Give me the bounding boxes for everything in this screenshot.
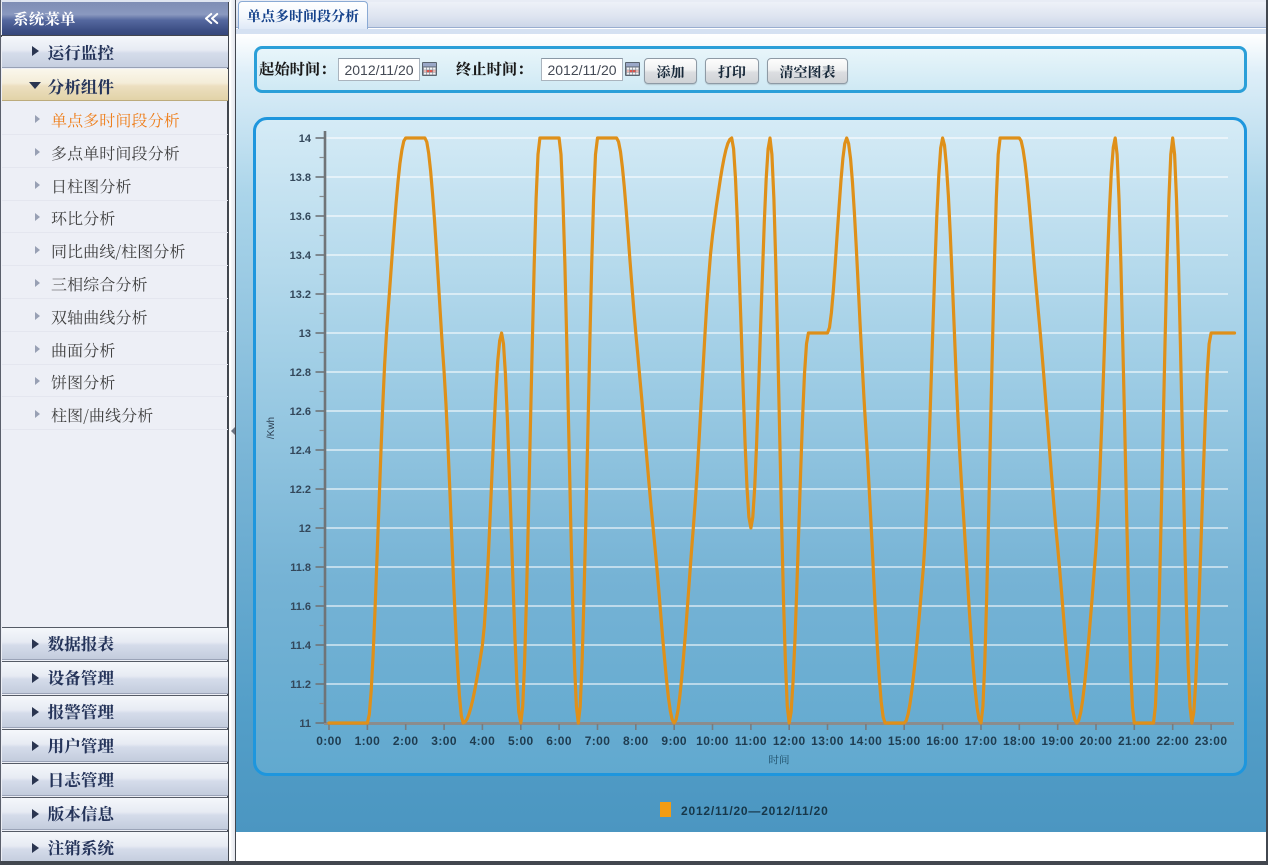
svg-text:3:00: 3:00: [431, 734, 457, 748]
svg-text:13.6: 13.6: [290, 211, 311, 223]
svg-text:7:00: 7:00: [585, 734, 611, 748]
svg-text:15:00: 15:00: [888, 734, 921, 748]
svg-text:12.2: 12.2: [290, 484, 311, 496]
svg-text:13:00: 13:00: [811, 734, 844, 748]
svg-text:2:00: 2:00: [393, 734, 419, 748]
svg-text:14:00: 14:00: [850, 734, 883, 748]
svg-text:12.8: 12.8: [290, 367, 311, 379]
svg-text:12.6: 12.6: [290, 406, 311, 418]
svg-text:13: 13: [299, 328, 311, 340]
svg-text:9:00: 9:00: [661, 734, 687, 748]
svg-text:12: 12: [299, 523, 311, 535]
svg-text:12.4: 12.4: [290, 445, 312, 457]
svg-text:21:00: 21:00: [1118, 734, 1151, 748]
svg-text:6:00: 6:00: [546, 734, 572, 748]
svg-text:5:00: 5:00: [508, 734, 534, 748]
svg-text:18:00: 18:00: [1003, 734, 1036, 748]
svg-text:13.2: 13.2: [290, 289, 311, 301]
svg-text:11.8: 11.8: [290, 562, 311, 574]
svg-text:17:00: 17:00: [965, 734, 998, 748]
svg-text:16:00: 16:00: [926, 734, 959, 748]
svg-text:11: 11: [299, 718, 311, 730]
svg-text:13.4: 13.4: [290, 250, 312, 262]
svg-text:14: 14: [299, 133, 312, 145]
svg-text:11.2: 11.2: [290, 679, 311, 691]
svg-text:13.8: 13.8: [290, 172, 311, 184]
svg-text:11:00: 11:00: [735, 734, 767, 748]
svg-text:23:00: 23:00: [1195, 734, 1228, 748]
svg-text:20:00: 20:00: [1080, 734, 1113, 748]
svg-text:0:00: 0:00: [316, 734, 342, 748]
svg-text:/Kwh: /Kwh: [266, 417, 277, 439]
svg-text:12:00: 12:00: [773, 734, 806, 748]
svg-text:4:00: 4:00: [470, 734, 496, 748]
svg-text:22:00: 22:00: [1156, 734, 1189, 748]
svg-text:11.6: 11.6: [290, 601, 311, 613]
svg-text:8:00: 8:00: [623, 734, 649, 748]
svg-text:11.4: 11.4: [290, 640, 312, 652]
svg-text:1:00: 1:00: [355, 734, 381, 748]
svg-text:10:00: 10:00: [696, 734, 729, 748]
svg-text:19:00: 19:00: [1041, 734, 1074, 748]
